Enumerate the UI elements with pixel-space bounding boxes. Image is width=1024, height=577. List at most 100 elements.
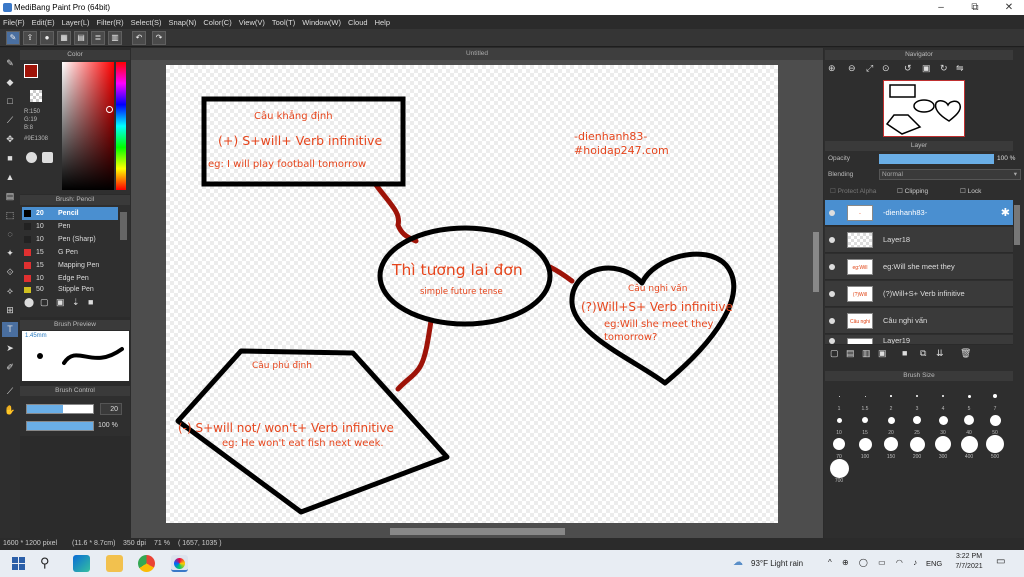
eyedropper-icon[interactable]: ⟋: [2, 384, 18, 399]
add-brush-icon[interactable]: ⬤: [24, 297, 34, 308]
magic-wand-icon[interactable]: ✦: [2, 246, 18, 261]
delete-layer-icon[interactable]: 🗑: [960, 348, 971, 359]
brush-size-dot[interactable]: [993, 394, 997, 398]
eye-icon[interactable]: [829, 291, 835, 297]
rect-tool-icon[interactable]: □: [2, 94, 18, 109]
brush-size-dot[interactable]: [916, 395, 918, 397]
brush-size-slider[interactable]: [26, 404, 94, 414]
brush-paste-icon[interactable]: ▣: [56, 297, 65, 308]
brush-size-dot[interactable]: [858, 437, 872, 451]
brush-size-dot[interactable]: [938, 415, 948, 425]
select-eraser-icon[interactable]: ⟡: [2, 284, 18, 299]
brush-size-dot[interactable]: [890, 395, 892, 397]
layer-row-dienhanh83[interactable]: -dienhanh83- -dienhanh83- ✱: [825, 200, 1013, 226]
export-icon[interactable]: ⇪: [23, 31, 37, 45]
brush-item-pen-sharp[interactable]: 10 Pen (Sharp): [22, 233, 118, 246]
select-tool-icon[interactable]: ⬚: [2, 208, 18, 223]
brush-copy-icon[interactable]: ▢: [40, 297, 49, 308]
brush-size-dot[interactable]: [960, 435, 978, 453]
menu-snap[interactable]: Snap(N): [165, 15, 200, 27]
color-picker-sv[interactable]: [62, 62, 114, 190]
file-explorer-icon[interactable]: [106, 555, 123, 572]
windows-start-icon[interactable]: [12, 557, 25, 570]
language-indicator[interactable]: ENG: [926, 559, 942, 568]
layer-list-scrollbar[interactable]: [1014, 205, 1020, 245]
hue-slider[interactable]: [116, 62, 126, 190]
protect-alpha-checkbox[interactable]: ☐ Protect Alpha: [830, 187, 876, 195]
eye-icon[interactable]: [829, 338, 835, 344]
brush-size-dot[interactable]: [964, 415, 974, 425]
layer-row-formula[interactable]: (?)Will (?)Will+S+ Verb infinitive: [825, 281, 1013, 307]
zoom-in-icon[interactable]: ⊕: [828, 63, 836, 74]
merge-layer-icon[interactable]: ⇊: [936, 348, 944, 359]
layer-row-question[interactable]: Câu nghi Câu nghi vấn: [825, 308, 1013, 334]
menu-tool[interactable]: Tool(T): [269, 15, 299, 27]
eye-icon[interactable]: [829, 264, 835, 270]
zoom-out-icon[interactable]: ⊖: [848, 63, 856, 74]
menu-help[interactable]: Help: [372, 15, 394, 27]
list-icon[interactable]: ≣: [91, 31, 105, 45]
navigator-thumbnail[interactable]: [883, 80, 965, 137]
brush-item-pencil[interactable]: 20 Pencil: [22, 207, 118, 220]
eye-icon[interactable]: [829, 210, 835, 216]
gradient-tool-icon[interactable]: ▤: [2, 189, 18, 204]
reset-rotate-icon[interactable]: ▣: [922, 63, 931, 74]
clipping-checkbox[interactable]: ☐ Clipping: [897, 187, 928, 195]
folder-icon[interactable]: ■: [902, 348, 907, 358]
add-layer-dropdown-icon[interactable]: ▣: [878, 348, 887, 359]
layer-opacity-slider[interactable]: [879, 154, 994, 164]
new-halftone-layer-icon[interactable]: ▤: [846, 348, 855, 359]
undo-icon[interactable]: ↶: [132, 31, 146, 45]
rotate-left-icon[interactable]: ↺: [904, 63, 912, 74]
eye-icon[interactable]: [829, 237, 835, 243]
primary-color-swatch[interactable]: [24, 64, 38, 78]
rotate-right-icon[interactable]: ↻: [940, 63, 948, 74]
weather-text[interactable]: 93°F Light rain: [751, 559, 803, 568]
color-settings-icon[interactable]: [42, 152, 53, 163]
brush-folder-icon[interactable]: ■: [88, 297, 93, 307]
brush-tool-icon[interactable]: ✎: [2, 56, 18, 71]
clock[interactable]: 3:22 PM 7/7/2021: [952, 553, 986, 570]
layer-row-example[interactable]: eg:Will she eg:Will she meet they: [825, 254, 1013, 280]
edge-icon[interactable]: [73, 555, 90, 572]
new-layer-icon[interactable]: ▢: [830, 348, 839, 359]
brush-size-dot[interactable]: [838, 395, 840, 397]
weather-icon[interactable]: ☁: [733, 557, 743, 568]
minimize-button[interactable]: –: [926, 1, 956, 14]
fit-icon[interactable]: ⤢: [866, 63, 873, 74]
canvas-paper[interactable]: Câu khẳng định (+) S+will+ Verb infiniti…: [166, 65, 778, 523]
grid-settings-icon[interactable]: ▤: [74, 31, 88, 45]
canvas-vscroll[interactable]: [813, 232, 819, 292]
duplicate-layer-icon[interactable]: ⧉: [920, 348, 926, 359]
blending-select[interactable]: Normal ▾: [879, 169, 1021, 180]
menu-select[interactable]: Select(S): [128, 15, 166, 27]
brush-size-dot[interactable]: [887, 416, 895, 424]
flip-icon[interactable]: ⇋: [956, 63, 964, 74]
brush-size-dot[interactable]: [986, 435, 1004, 453]
fill-rect-tool-icon[interactable]: ■: [2, 151, 18, 166]
brush-list-scrollbar[interactable]: [120, 212, 127, 240]
brush-item-g-pen[interactable]: 15 G Pen: [22, 246, 118, 259]
menu-color[interactable]: Color(C): [200, 15, 235, 27]
menu-view[interactable]: View(V): [236, 15, 269, 27]
gear-icon[interactable]: ✱: [1001, 200, 1010, 226]
color-picker-cursor[interactable]: [106, 106, 113, 113]
brush-size-dot[interactable]: [836, 417, 842, 423]
menu-window[interactable]: Window(W): [299, 15, 345, 27]
menu-file[interactable]: File(F): [0, 15, 29, 27]
brush-size-dot[interactable]: [884, 437, 898, 451]
lock-checkbox[interactable]: ☐ Lock: [960, 187, 981, 195]
brush-item-mapping-pen[interactable]: 15 Mapping Pen: [22, 259, 118, 272]
grid-icon[interactable]: ▦: [57, 31, 71, 45]
divide-tool-icon[interactable]: ⊞: [2, 303, 18, 318]
tray-icons[interactable]: ^ ⊕ ◯ ▭ ◠ ♪: [828, 558, 921, 567]
brush-size-dot[interactable]: [833, 438, 845, 450]
redo-icon[interactable]: ↷: [152, 31, 166, 45]
brush-size-dot[interactable]: [913, 416, 921, 424]
lasso-tool-icon[interactable]: ◌: [2, 227, 18, 242]
pen-tool-icon[interactable]: ✐: [2, 360, 18, 375]
brush-size-dot[interactable]: [935, 436, 951, 452]
operation-tool-icon[interactable]: ➤: [2, 341, 18, 356]
brush-size-dot[interactable]: [989, 414, 1001, 426]
brush-size-dot[interactable]: [909, 436, 925, 452]
